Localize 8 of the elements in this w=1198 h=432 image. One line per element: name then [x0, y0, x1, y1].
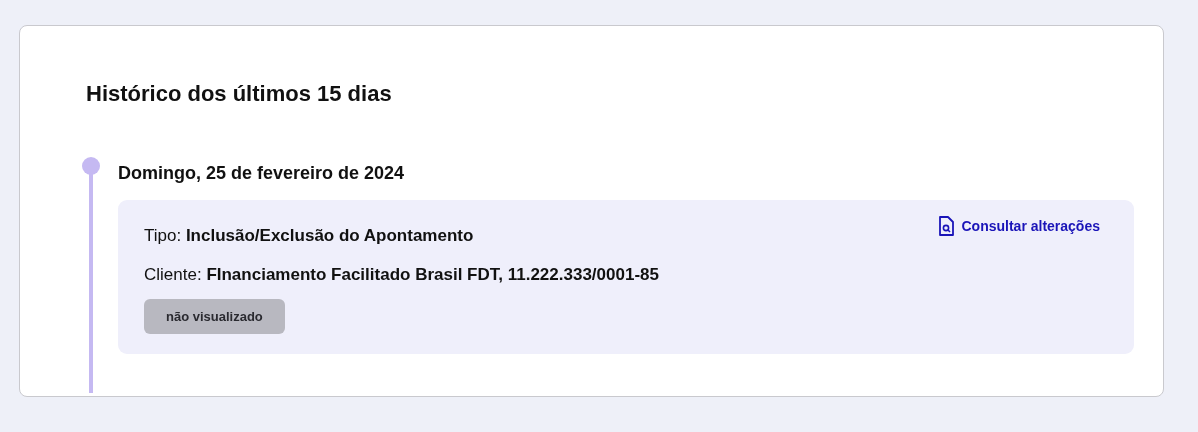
section-title: Histórico dos últimos 15 dias	[86, 81, 393, 107]
document-search-icon	[937, 216, 954, 236]
date-heading: Domingo, 25 de fevereiro de 2024	[118, 163, 406, 184]
view-changes-link[interactable]: Consultar alterações	[937, 216, 1100, 236]
status-badge: não visualizado	[144, 299, 285, 334]
timeline-dot	[82, 157, 100, 175]
event-detail: Cliente: FInanciamento Facilitado Brasil FDT, 11.222.333/0001-85	[144, 265, 659, 285]
event-detail: Tipo: Inclusão/Exclusão do Apontamento	[144, 226, 474, 246]
